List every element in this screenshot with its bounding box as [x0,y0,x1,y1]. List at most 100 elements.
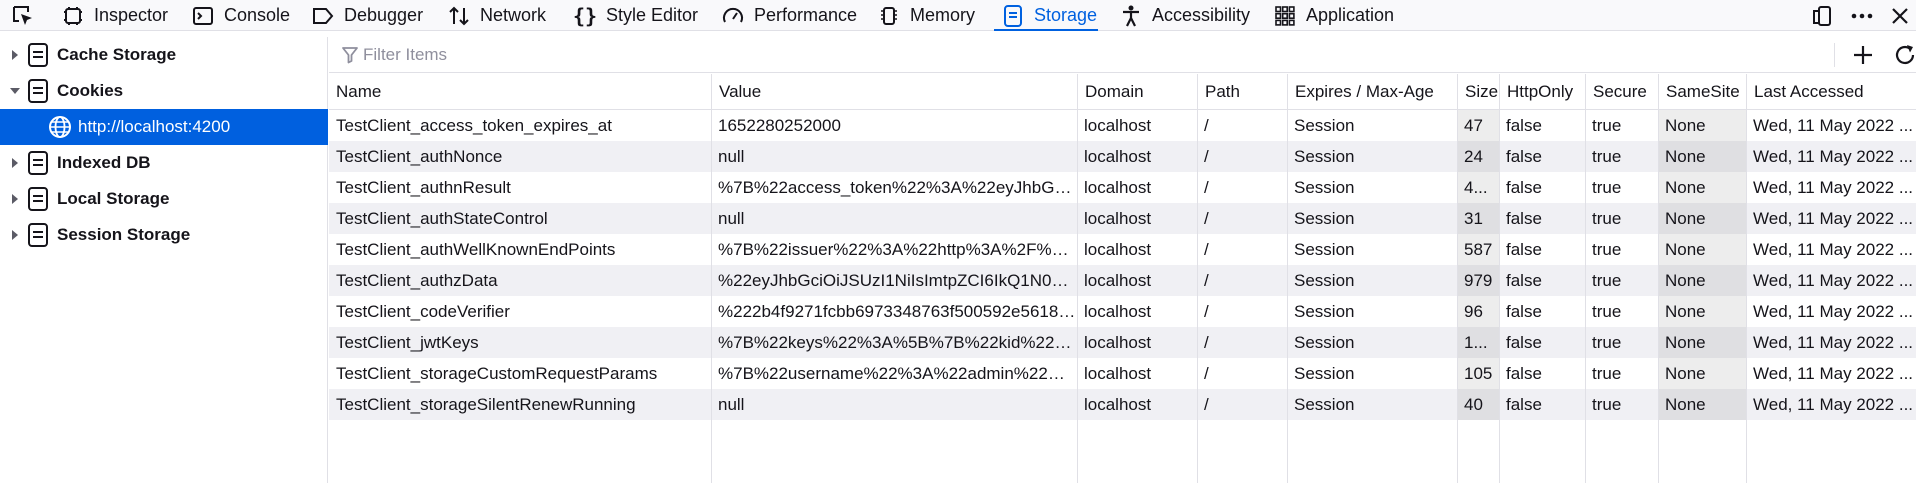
cell-size-text: 40 [1464,394,1483,414]
sidebar-item-label: http://localhost:4200 [78,117,231,136]
cell-httponly: false [1499,389,1585,420]
column-header-secure[interactable]: Secure [1585,74,1658,110]
cell-value-text: %7B%22access_token%22%3A%22eyJhbGciOi... [718,177,1077,197]
table-row[interactable]: TestClient_storageSilentRenewRunning null… [329,389,1916,420]
cell-size: 587 [1457,234,1499,265]
filter-input[interactable] [363,42,1763,68]
element-picker-icon[interactable] [10,3,36,29]
cell-httponly-text: false [1506,239,1542,259]
table-row[interactable]: TestClient_authStateControl null localhost… [329,203,1916,234]
cell-size-text: 1... [1464,332,1488,352]
column-header-value[interactable]: Value [711,74,1077,110]
sidebar-item-local-storage[interactable]: Local Storage [0,181,328,217]
cell-secure: true [1585,172,1658,203]
cell-value: %7B%22issuer%22%3A%22http%3A%2F%2Flo... [711,234,1077,265]
table-row[interactable]: TestClient_authnResult %7B%22access_token… [329,172,1916,203]
refresh-button[interactable] [1891,41,1916,69]
debugger-icon [310,3,336,29]
table-row[interactable]: TestClient_authzData %22eyJhbGciOiJSUzI1N… [329,265,1916,296]
tab-debugger[interactable]: Debugger [310,0,423,31]
cell-samesite-text: None [1665,146,1706,166]
table-row[interactable]: TestClient_access_token_expires_at 165228… [329,110,1916,141]
cell-last-accessed-text: Wed, 11 May 2022 ... [1753,177,1914,197]
cell-domain-text: localhost [1084,239,1152,259]
chevron-right-icon[interactable] [8,192,22,206]
cell-domain: localhost [1077,141,1197,172]
cell-httponly: false [1499,327,1585,358]
table-row[interactable]: TestClient_storageCustomRequestParams %7B… [329,358,1916,389]
cell-path: / [1197,389,1287,420]
cell-name-text: TestClient_authWellKnownEndPoints [336,239,616,259]
cell-domain: localhost [1077,296,1197,327]
table-row[interactable]: TestClient_codeVerifier %222b4f9271fcbb69… [329,296,1916,327]
cell-last-accessed: Wed, 11 May 2022 ... [1746,234,1916,265]
chevron-right-icon[interactable] [8,48,22,62]
column-header-name[interactable]: Name [329,74,711,110]
cell-last-accessed: Wed, 11 May 2022 ... [1746,172,1916,203]
table-row[interactable]: TestClient_authWellKnownEndPoints %7B%22i… [329,234,1916,265]
cell-last-accessed: Wed, 11 May 2022 ... [1746,203,1916,234]
cookies-table: Name Value Domain Path Expires / Max-Age… [329,74,1916,483]
table-row[interactable]: TestClient_jwtKeys %7B%22keys%22%3A%5B%7B… [329,327,1916,358]
column-header-path[interactable]: Path [1197,74,1287,110]
globe-icon [48,114,71,140]
column-header-last-accessed[interactable]: Last Accessed [1746,74,1916,110]
add-item-button[interactable] [1849,41,1877,69]
sidebar-item-label: Indexed DB [57,153,151,172]
column-header-domain[interactable]: Domain [1077,74,1197,110]
tab-inspector[interactable]: Inspector [60,0,168,31]
cell-name: TestClient_codeVerifier [329,296,711,327]
tab-network[interactable]: Network [446,0,546,31]
cell-expires-text: Session [1294,394,1355,414]
tab-accessibility[interactable]: Accessibility [1118,0,1250,31]
tab-performance[interactable]: Performance [720,0,857,31]
column-header-expires[interactable]: Expires / Max-Age [1287,74,1457,110]
tab-label: Network [480,5,547,25]
cell-httponly: false [1499,296,1585,327]
sidebar-item-indexed-db[interactable]: Indexed DB [0,145,328,181]
chevron-right-icon[interactable] [8,156,22,170]
close-icon[interactable] [1886,2,1914,30]
cell-expires: Session [1287,203,1457,234]
cell-samesite: None [1658,172,1746,203]
cell-path: / [1197,296,1287,327]
sidebar-item-localhost[interactable]: http://localhost:4200 [0,109,328,145]
cell-samesite-text: None [1665,363,1706,383]
more-options-icon[interactable] [1848,2,1876,30]
column-divider [1746,110,1747,483]
column-divider [1077,110,1078,483]
column-divider [711,110,712,483]
cell-value-text: %7B%22issuer%22%3A%22http%3A%2F%2Flo... [718,239,1077,259]
storage-icon [27,186,49,212]
cell-size-text: 4... [1464,177,1488,197]
tab-label: Console [224,5,291,25]
sidebar-item-session-storage[interactable]: Session Storage [0,217,328,253]
table-row[interactable]: TestClient_authNonce null localhost / Sessio… [329,141,1916,172]
tab-application[interactable]: Application [1272,0,1394,31]
chevron-right-icon[interactable] [8,228,22,242]
cell-path-text: / [1204,115,1209,135]
column-header-size[interactable]: Size [1457,74,1499,110]
cell-domain: localhost [1077,234,1197,265]
cell-domain-text: localhost [1084,146,1152,166]
column-header-httponly[interactable]: HttpOnly [1499,74,1585,110]
tab-label: Inspector [94,5,169,25]
sidebar-item-cookies[interactable]: Cookies [0,73,328,109]
tab-console[interactable]: Console [190,0,290,31]
sidebar-item-cache-storage[interactable]: Cache Storage [0,37,328,73]
cell-samesite: None [1658,141,1746,172]
cell-value: null [711,389,1077,420]
responsive-mode-icon[interactable] [1808,2,1836,30]
column-header-samesite[interactable]: SameSite [1658,74,1746,110]
tab-storage[interactable]: Storage [1000,0,1097,31]
cell-httponly-text: false [1506,301,1542,321]
active-tab-indicator [994,29,1098,31]
tab-memory[interactable]: Memory [876,0,975,31]
tab-style-editor[interactable]: {} Style Editor [572,0,698,31]
tab-label: Performance [754,5,858,25]
cell-expires: Session [1287,141,1457,172]
chevron-down-icon[interactable] [8,84,22,98]
cell-expires-text: Session [1294,301,1355,321]
cell-expires-text: Session [1294,332,1355,352]
cell-path-text: / [1204,177,1209,197]
